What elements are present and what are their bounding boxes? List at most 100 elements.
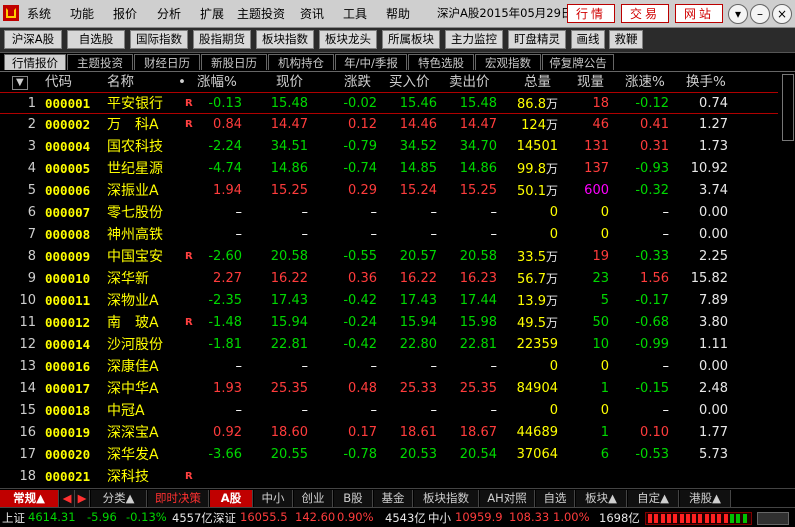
- table-row[interactable]: 10 000011 深物业A -2.35 17.43 -0.42 17.43 17.44 5 -0…: [0, 290, 778, 312]
- cell-idx: 5: [27, 183, 36, 198]
- toolbar-my-sector[interactable]: 所属板块: [382, 30, 440, 49]
- cell-vol-value: 33.5: [517, 250, 546, 265]
- table-row[interactable]: 12 000014 沙河股份 -1.81 22.81 -0.42 22.80 22.81 10-…: [0, 334, 778, 356]
- menu-function[interactable]: 功能: [70, 5, 94, 22]
- scrollbar-thumb[interactable]: [782, 74, 794, 141]
- table-row[interactable]: 18 000021 深科技 R: [0, 466, 778, 488]
- btab-ah-compare[interactable]: AH对照: [480, 490, 535, 507]
- btab-sector[interactable]: 板块▲: [576, 490, 627, 507]
- toolbar-watchlist[interactable]: 自选股: [67, 30, 125, 49]
- table-row[interactable]: 7 000008 神州高铁 – – – – –0–0.00 0: [0, 224, 778, 246]
- btab-custom[interactable]: 自定▲: [628, 490, 679, 507]
- tab-reports[interactable]: 年/中/季报: [335, 54, 407, 70]
- cell-code: 000017: [45, 381, 91, 396]
- btab-prev-icon[interactable]: ◀: [60, 490, 75, 507]
- toolbar-index-futures[interactable]: 股指期货: [193, 30, 251, 49]
- table-row[interactable]: 1 000001 平安银行 R -0.13 15.48 -0.02 15.46 15.48 18-…: [0, 92, 778, 114]
- cell-vol-unit: 万: [545, 162, 558, 176]
- cell-vol: 124万: [478, 114, 558, 136]
- tab-suspend-notice[interactable]: 停复牌公告: [542, 54, 614, 70]
- tab-macro-index[interactable]: 宏观指数: [475, 54, 541, 70]
- table-row[interactable]: 14 000017 深中华A 1.93 25.35 0.48 25.33 25.35 1 -0.1…: [0, 378, 778, 400]
- table-row[interactable]: 16 000019 深深宝A 0.92 18.60 0.17 18.61 18.67 1 0.10…: [0, 422, 778, 444]
- menu-quote[interactable]: 报价: [113, 5, 137, 22]
- btab-b-share[interactable]: B股: [334, 490, 373, 507]
- table-row[interactable]: 17 000020 深华发A -3.66 20.55 -0.78 20.53 20.54 6 -0…: [0, 444, 778, 466]
- cell-vol: 14501: [478, 136, 558, 158]
- btab-sector-index[interactable]: 板块指数: [414, 490, 479, 507]
- btab-a-share[interactable]: A股: [210, 490, 253, 507]
- btab-chinext[interactable]: 创业: [294, 490, 333, 507]
- table-row[interactable]: 2 000002 万 科A R 0.84 14.47 0.12 14.46 14.47 46 0.4…: [0, 114, 778, 136]
- menu-analysis[interactable]: 分析: [157, 5, 181, 22]
- table-row[interactable]: 5 000006 深振业A 1.94 15.25 0.29 15.24 15.25 600 -0.…: [0, 180, 778, 202]
- menu-news[interactable]: 资讯: [300, 5, 324, 22]
- table-row[interactable]: 4 000005 世纪星源 -4.74 14.86 -0.74 14.85 14.86 137-…: [0, 158, 778, 180]
- quote-button[interactable]: 行情: [567, 4, 615, 23]
- close-icon[interactable]: ×: [772, 4, 792, 24]
- tab-ipo-calendar[interactable]: 新股日历: [201, 54, 267, 70]
- table-row[interactable]: 15 000018 中冠A – – – – –0–0.00 0: [0, 400, 778, 422]
- cell-idx: 4: [27, 161, 36, 176]
- website-button[interactable]: 网站: [675, 4, 723, 23]
- cell-vol-unit: 万: [545, 272, 558, 286]
- cell-idx: 10: [19, 293, 36, 308]
- cell-turn: 15.82: [690, 271, 728, 286]
- trade-button[interactable]: 交易: [621, 4, 669, 23]
- toolbar-main-monitor[interactable]: 主力监控: [445, 30, 503, 49]
- tab-institution[interactable]: 机构持仓: [268, 54, 334, 70]
- btab-sme[interactable]: 中小: [254, 490, 293, 507]
- tab-theme-invest[interactable]: 主题投资: [67, 54, 133, 70]
- btab-watchlist[interactable]: 自选: [536, 490, 575, 507]
- tab-econ-calendar[interactable]: 财经日历: [134, 54, 200, 70]
- toolbar-sector-index[interactable]: 板块指数: [256, 30, 314, 49]
- table-row[interactable]: 11 000012 南 玻A R -1.48 15.94 -0.24 15.94 15.98 50…: [0, 312, 778, 334]
- sz-index: 16055.5: [240, 510, 288, 524]
- table-row[interactable]: 9 000010 深华新 2.27 16.22 0.36 16.22 16.23 23 1.56 1…: [0, 268, 778, 290]
- cell-vol: 33.5万: [478, 246, 558, 268]
- sz-label: 深证: [213, 511, 236, 525]
- btab-next-icon[interactable]: ▶: [75, 490, 90, 507]
- minimize-icon[interactable]: –: [750, 4, 770, 24]
- cell-price: [228, 466, 308, 488]
- menu-theme-invest[interactable]: 主题投资: [237, 5, 285, 22]
- cell-turn: 2.48: [699, 381, 728, 396]
- btab-fund[interactable]: 基金: [374, 490, 413, 507]
- toolbar-whip[interactable]: 救鞭: [609, 30, 643, 49]
- toolbar-watch-genie[interactable]: 盯盘精灵: [508, 30, 566, 49]
- table-row[interactable]: 13 000016 深康佳A – – – – –0–0.00 0: [0, 356, 778, 378]
- btab-instant-decision[interactable]: 即时决策: [148, 490, 209, 507]
- dropdown-icon[interactable]: ▾: [728, 4, 748, 24]
- cell-price: 18.60: [270, 425, 308, 440]
- menu-tools[interactable]: 工具: [343, 5, 367, 22]
- cell-idx: 12: [19, 337, 36, 352]
- sh-percent: -0.13%: [126, 510, 167, 524]
- toolbar-sector-leader[interactable]: 板块龙头: [319, 30, 377, 49]
- cell-vol-value: 99.8: [517, 162, 546, 177]
- toolbar-draw-line[interactable]: 画线: [571, 30, 605, 49]
- table-row[interactable]: 6 000007 零七股份 – – – – –0–0.00 0: [0, 202, 778, 224]
- cell-code: 000005: [45, 161, 91, 176]
- menu-help[interactable]: 帮助: [386, 5, 410, 22]
- breadth-segment: [704, 514, 709, 523]
- menu-extend[interactable]: 扩展: [200, 5, 224, 22]
- toolbar-intl-index[interactable]: 国际指数: [130, 30, 188, 49]
- toolbar-shsz-a[interactable]: 沪深A股: [4, 30, 62, 49]
- cell-code: 000007: [45, 205, 91, 220]
- btab-hk[interactable]: 港股▲: [680, 490, 731, 507]
- cell-vol: 49.5万: [478, 312, 558, 334]
- breadth-segment: [666, 514, 671, 523]
- cell-vol-value: 86.8: [517, 97, 546, 112]
- tab-quotes[interactable]: 行情报价: [4, 54, 66, 70]
- tab-special-pick[interactable]: 特色选股: [408, 54, 474, 70]
- table-row[interactable]: 3 000004 国农科技 -2.24 34.51 -0.79 34.52 34.70 131 0…: [0, 136, 778, 158]
- cell-name: 世纪星源: [107, 161, 163, 177]
- vertical-scrollbar[interactable]: [779, 72, 795, 488]
- btab-normal[interactable]: 常规▲: [0, 490, 59, 507]
- btab-category[interactable]: 分类▲: [91, 490, 147, 507]
- table-row[interactable]: 8 000009 中国宝安 R -2.60 20.58 -0.55 20.57 20.58 19-…: [0, 246, 778, 268]
- cell-vol-value: 49.5: [517, 316, 546, 331]
- menu-system[interactable]: 系统: [27, 5, 51, 22]
- cell-name: 零七股份: [107, 205, 163, 221]
- breadth-segment: [648, 514, 652, 523]
